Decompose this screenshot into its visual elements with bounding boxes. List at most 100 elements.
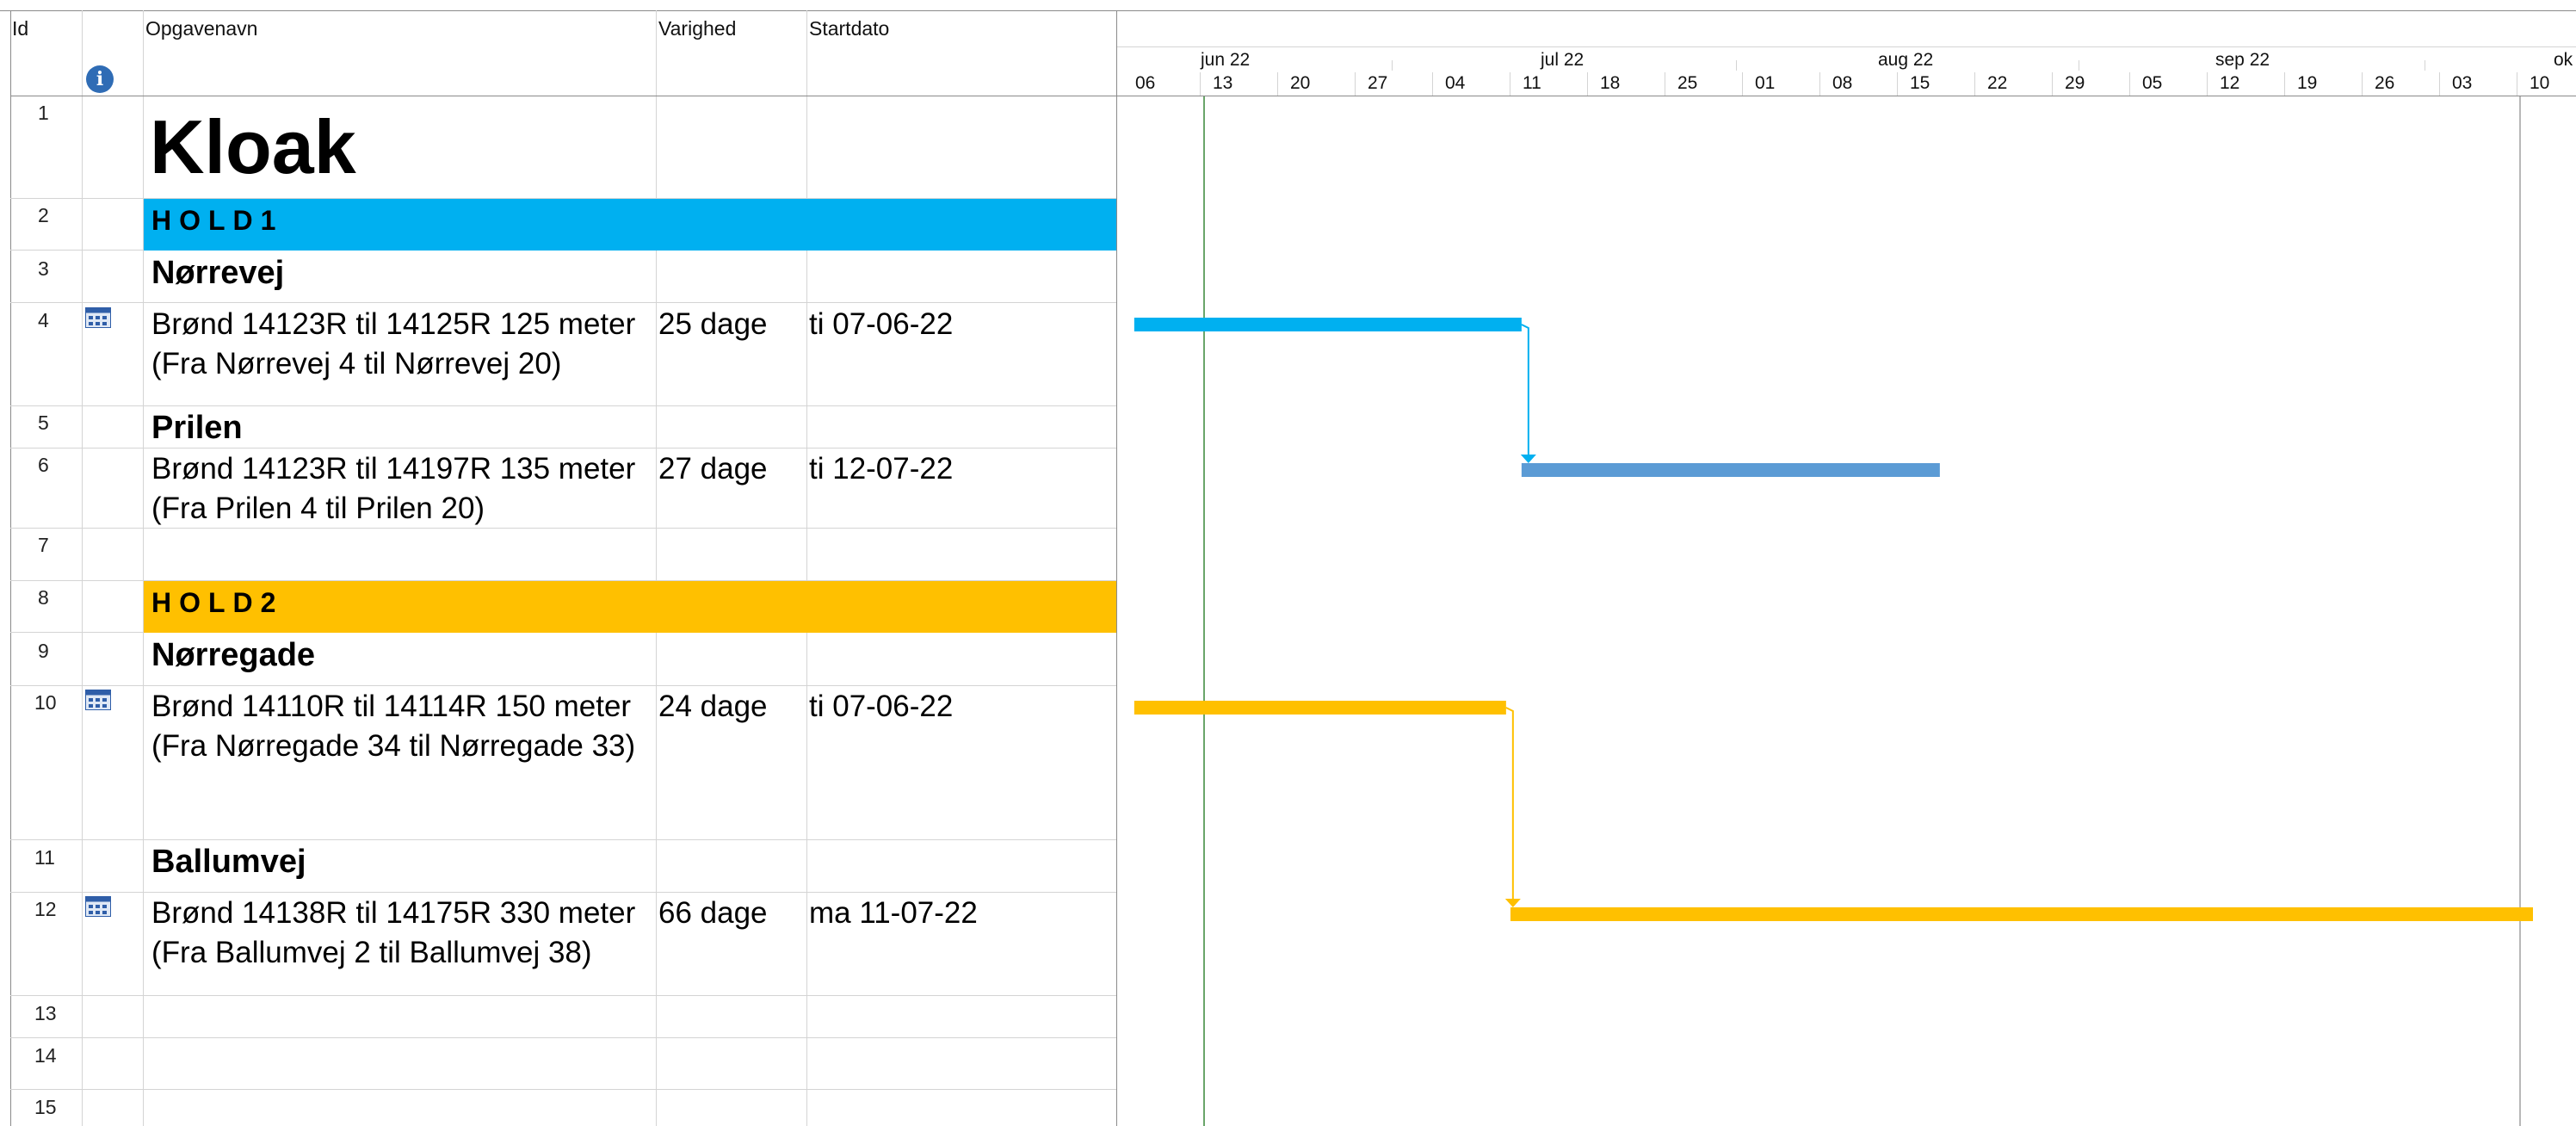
task-name[interactable]: Brønd 14138R til 14175R 330 meter (Fra B… <box>151 894 635 973</box>
grid-line <box>10 1037 1116 1038</box>
week-label: 26 <box>2375 73 2395 93</box>
week-tick <box>2207 72 2208 96</box>
calendar-icon[interactable] <box>85 690 111 710</box>
task-start[interactable]: ma 11-07-22 <box>809 896 978 931</box>
task-name-line1: Brønd 14110R til 14114R 150 meter <box>151 690 632 723</box>
gantt-chart <box>1134 96 2533 1126</box>
grid-line <box>10 892 1116 893</box>
col-header-name[interactable]: Opgavenavn <box>145 17 257 40</box>
week-label: 10 <box>2530 73 2550 93</box>
week-label: 08 <box>1832 73 1853 93</box>
task-name-line2: (Fra Prilen 4 til Prilen 20) <box>151 492 485 525</box>
month-label: ok <box>2554 50 2573 70</box>
week-tick <box>1355 72 1356 96</box>
week-label: 06 <box>1135 73 1156 93</box>
dependency-arrow <box>1504 899 1521 907</box>
week-tick <box>1587 72 1588 96</box>
col-header-start[interactable]: Startdato <box>809 17 889 40</box>
task-name-hold[interactable]: HOLD2 <box>151 587 283 619</box>
week-label: 22 <box>1987 73 2008 93</box>
week-label: 11 <box>1523 73 1541 93</box>
row-id: 12 <box>34 898 57 920</box>
gantt-bar[interactable] <box>1510 907 2533 921</box>
week-label: 12 <box>2220 73 2240 93</box>
gantt-bar[interactable] <box>1134 318 1522 331</box>
week-tick <box>1432 72 1433 96</box>
week-tick <box>1742 72 1743 96</box>
week-tick <box>1897 72 1898 96</box>
week-label: 29 <box>2065 73 2085 93</box>
row-id: 15 <box>34 1096 57 1118</box>
week-label: 15 <box>1910 73 1930 93</box>
grid-line <box>10 448 1116 449</box>
col-header-id[interactable]: Id <box>12 17 28 40</box>
grid-line <box>10 1089 1116 1090</box>
table-header: Id i Opgavenavn Varighed Startdato <box>0 0 2576 96</box>
task-name-line2: (Fra Ballumvej 2 til Ballumvej 38) <box>151 936 592 969</box>
week-label: 27 <box>1368 73 1388 93</box>
week-tick <box>2052 72 2053 96</box>
gantt-timescale: jun 22 jul 22 aug 22 sep 22 ok 06 13 20 27 0… <box>1116 10 2576 96</box>
gantt-bar[interactable] <box>1134 701 1506 715</box>
task-name-title[interactable]: Kloak <box>150 103 356 191</box>
week-tick <box>1974 72 1975 96</box>
grid-line <box>143 10 144 1126</box>
dependency-arrow <box>1520 455 1536 463</box>
gantt-bar[interactable] <box>1521 463 1940 477</box>
week-label: 18 <box>1600 73 1621 93</box>
task-start[interactable]: ti 07-06-22 <box>809 690 953 724</box>
task-duration[interactable]: 27 dage <box>658 452 768 486</box>
week-label: 01 <box>1755 73 1776 93</box>
row-id: 4 <box>38 309 49 331</box>
task-name-header[interactable]: Nørregade <box>151 637 315 674</box>
week-tick <box>1200 72 1201 96</box>
task-name-hold[interactable]: HOLD1 <box>151 205 283 237</box>
grid-line <box>806 10 807 1126</box>
grid-line <box>82 10 83 1126</box>
row-id: 5 <box>38 411 49 434</box>
grid-line <box>10 839 1116 840</box>
col-header-duration[interactable]: Varighed <box>658 17 736 40</box>
task-name[interactable]: Brønd 14123R til 14125R 125 meter (Fra N… <box>151 305 635 384</box>
hold-band-2 <box>144 581 1116 633</box>
task-name-line1: Brønd 14138R til 14175R 330 meter <box>151 896 636 930</box>
row-id: 3 <box>38 257 49 280</box>
row-id: 6 <box>38 454 49 476</box>
month-label: jul 22 <box>1541 50 1585 70</box>
dependency-link <box>1521 324 1529 458</box>
grid-line <box>656 10 657 1126</box>
task-name-header[interactable]: Ballumvej <box>151 844 306 881</box>
task-start[interactable]: ti 07-06-22 <box>809 307 953 342</box>
week-tick <box>2439 72 2440 96</box>
week-label: 04 <box>1445 73 1466 93</box>
task-duration[interactable]: 66 dage <box>658 896 768 931</box>
month-label: jun 22 <box>1201 50 1251 70</box>
task-name[interactable]: Brønd 14123R til 14197R 135 meter (Fra P… <box>151 449 635 529</box>
row-id: 9 <box>38 640 49 662</box>
week-tick <box>2284 72 2285 96</box>
calendar-icon[interactable] <box>85 896 111 917</box>
task-duration[interactable]: 24 dage <box>658 690 768 724</box>
grid-line <box>10 995 1116 996</box>
task-duration[interactable]: 25 dage <box>658 307 768 342</box>
calendar-icon[interactable] <box>85 307 111 328</box>
week-label: 25 <box>1677 73 1698 93</box>
week-label: 20 <box>1290 73 1311 93</box>
week-tick <box>1277 72 1278 96</box>
task-start[interactable]: ti 12-07-22 <box>809 452 953 486</box>
hold-band-1 <box>144 199 1116 251</box>
task-name-header[interactable]: Nørrevej <box>151 255 284 292</box>
info-icon[interactable]: i <box>86 65 114 93</box>
row-id: 13 <box>34 1002 57 1024</box>
row-id: 1 <box>38 102 49 124</box>
week-tick <box>2362 72 2363 96</box>
task-name-header[interactable]: Prilen <box>151 410 243 447</box>
grid-line <box>10 405 1116 406</box>
row-id: 7 <box>38 534 49 556</box>
month-label: aug 22 <box>1878 50 1934 70</box>
week-label: 03 <box>2452 73 2473 93</box>
grid-line <box>10 10 11 1126</box>
week-tick <box>1819 72 1820 96</box>
task-name-line2: (Fra Nørrevej 4 til Nørrevej 20) <box>151 347 562 380</box>
task-name[interactable]: Brønd 14110R til 14114R 150 meter (Fra N… <box>151 687 635 766</box>
